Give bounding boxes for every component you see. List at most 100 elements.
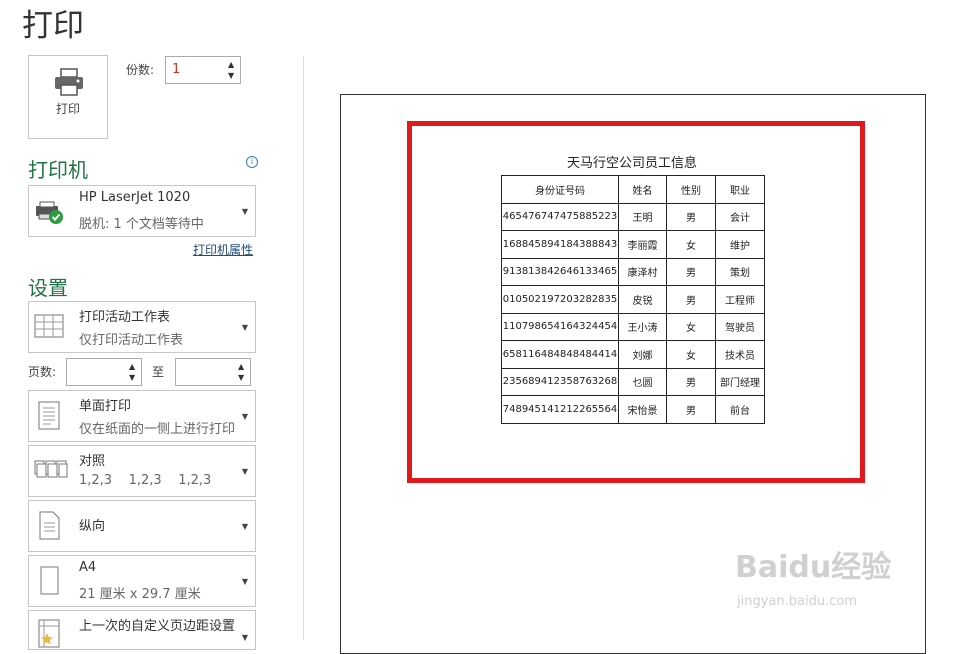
pages-to-label: 至 [152, 365, 165, 379]
portrait-page-icon [39, 511, 60, 540]
table-cell: 110798654164324454 [501, 312, 619, 341]
printer-dropdown[interactable]: HP LaserJet 1020 脱机: 1 个文档等待中 ▼ [28, 185, 256, 237]
page-title: 打印 [22, 8, 84, 44]
collate-pages-icon [34, 460, 68, 478]
table-cell: 658116484848484414 [501, 340, 619, 369]
table-cell: 技术员 [715, 340, 765, 369]
printer-ready-icon [36, 201, 63, 224]
pages-from-stepper[interactable]: ▲ ▼ [66, 358, 142, 386]
table-cell: 李丽霞 [618, 230, 667, 259]
paper-size-subtitle: 21 厘米 x 29.7 厘米 [79, 587, 201, 602]
table-cell: 康泽村 [618, 257, 667, 286]
sides-subtitle: 仅在纸面的一侧上进行打印 [79, 422, 236, 437]
table-cell: 男 [666, 285, 716, 314]
collate-subtitle: 1,2,3 1,2,3 1,2,3 [79, 473, 212, 488]
pages-from-spin[interactable]: ▲ ▼ [125, 359, 141, 385]
chevron-down-icon: ▼ [241, 633, 248, 642]
copies-stepper[interactable]: 1 ▲ ▼ [165, 56, 241, 84]
copies-label: 份数: [126, 63, 155, 77]
pages-to-stepper[interactable]: ▲ ▼ [175, 358, 251, 386]
table-cell: 王小涛 [618, 312, 667, 341]
table-row: 110798654164324454 王小涛 女 驾驶员 [501, 312, 765, 341]
sides-dropdown[interactable]: 单面打印 仅在纸面的一侧上进行打印 ▼ [28, 390, 256, 442]
chevron-down-icon: ▼ [241, 522, 248, 531]
table-cell: 010502197203282835 [501, 285, 619, 314]
table-cell: 部门经理 [715, 367, 765, 396]
table-cell: 男 [666, 395, 716, 424]
table-cell: 748945141212265564 [501, 395, 619, 424]
collate-title: 对照 [79, 454, 106, 469]
paper-size-title: A4 [79, 560, 97, 575]
table-cell: 女 [666, 312, 716, 341]
copies-spin[interactable]: ▲ ▼ [224, 57, 240, 83]
watermark-brand: Baidu经验 [735, 550, 892, 585]
info-icon[interactable]: i [246, 156, 258, 168]
chevron-down-icon: ▼ [241, 467, 248, 476]
print-scope-subtitle: 仅打印活动工作表 [79, 333, 184, 348]
table-cell: 策划 [715, 257, 765, 286]
paper-size-icon [40, 566, 59, 595]
table-row: 235689412358763268 乜圆 男 部门经理 [501, 367, 765, 396]
table-cell: 驾驶员 [715, 312, 765, 341]
column-header: 性别 [666, 175, 716, 204]
table-cell: 913813842646133465 [501, 257, 619, 286]
column-header: 职业 [715, 175, 765, 204]
one-sided-page-icon [38, 401, 60, 430]
printer-icon [55, 68, 83, 96]
orientation-title: 纵向 [79, 519, 106, 534]
spin-up-icon[interactable]: ▲ [228, 61, 234, 69]
margins-title: 上一次的自定义页边距设置 [79, 619, 236, 634]
table-cell: 168845894184388843 [501, 230, 619, 259]
printer-properties-link[interactable]: 打印机属性 [193, 241, 253, 258]
printer-name: HP LaserJet 1020 [79, 190, 191, 205]
table-cell: 王明 [618, 202, 667, 231]
table-cell: 皮锐 [618, 285, 667, 314]
spin-down-icon[interactable]: ▼ [228, 72, 234, 80]
spin-up-icon[interactable]: ▲ [238, 363, 244, 371]
table-row: 913813842646133465 康泽村 男 策划 [501, 257, 765, 286]
collate-dropdown[interactable]: 对照 1,2,3 1,2,3 1,2,3 ▼ [28, 445, 256, 497]
table-header-row: 身份证号码 姓名 性别 职业 [501, 175, 765, 204]
spin-down-icon[interactable]: ▼ [129, 374, 135, 382]
table-cell: 女 [666, 340, 716, 369]
preview-table: 身份证号码 姓名 性别 职业 465476747475885223 王明 男 会… [501, 175, 765, 424]
pages-label: 页数: [28, 365, 57, 379]
table-cell: 男 [666, 257, 716, 286]
sheet-title: 天马行空公司员工信息 [566, 156, 697, 171]
panel-divider [303, 56, 304, 640]
table-cell: 女 [666, 230, 716, 259]
settings-heading: 设置 [28, 276, 68, 300]
table-row: 465476747475885223 王明 男 会计 [501, 202, 765, 231]
chevron-down-icon: ▼ [241, 323, 248, 332]
chevron-down-icon: ▼ [241, 207, 248, 216]
table-row: 168845894184388843 李丽霞 女 维护 [501, 230, 765, 259]
spin-down-icon[interactable]: ▼ [238, 374, 244, 382]
pages-to-spin[interactable]: ▲ ▼ [234, 359, 250, 385]
table-cell: 465476747475885223 [501, 202, 619, 231]
spin-up-icon[interactable]: ▲ [129, 363, 135, 371]
print-scope-title: 打印活动工作表 [79, 310, 171, 325]
printer-status: 脱机: 1 个文档等待中 [79, 217, 204, 232]
table-cell: 刘娜 [618, 340, 667, 369]
table-cell: 乜圆 [618, 367, 667, 396]
print-button-label: 打印 [55, 102, 80, 116]
table-cell: 宋怡景 [618, 395, 667, 424]
table-cell: 会计 [715, 202, 765, 231]
column-header: 身份证号码 [501, 175, 619, 204]
table-cell: 男 [666, 202, 716, 231]
sides-title: 单面打印 [79, 399, 132, 414]
table-cell: 工程师 [715, 285, 765, 314]
print-button[interactable]: 打印 [28, 55, 108, 139]
paper-size-dropdown[interactable]: A4 21 厘米 x 29.7 厘米 ▼ [28, 555, 256, 607]
watermark-url: jingyan.baidu.com [737, 594, 857, 609]
orientation-dropdown[interactable]: 纵向 ▼ [28, 500, 256, 552]
chevron-down-icon: ▼ [241, 577, 248, 586]
print-scope-dropdown[interactable]: 打印活动工作表 仅打印活动工作表 ▼ [28, 301, 256, 353]
table-cell: 维护 [715, 230, 765, 259]
copies-value: 1 [172, 62, 181, 77]
margins-dropdown[interactable]: 上一次的自定义页边距设置 ▼ [28, 610, 256, 650]
table-row: 658116484848484414 刘娜 女 技术员 [501, 340, 765, 369]
worksheet-icon [34, 314, 64, 338]
table-cell: 男 [666, 367, 716, 396]
table-cell: 235689412358763268 [501, 367, 619, 396]
